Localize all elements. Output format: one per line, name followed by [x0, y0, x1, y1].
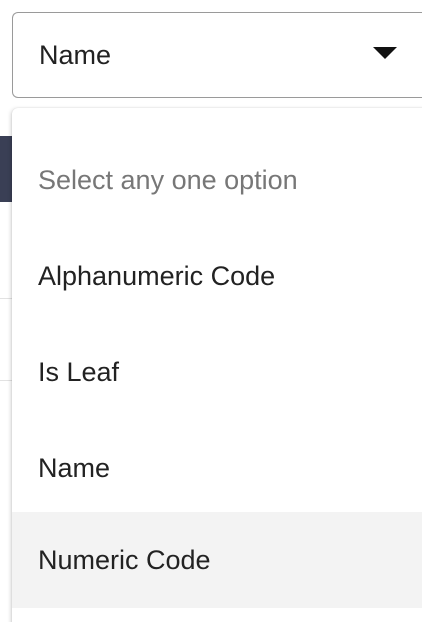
- option-name[interactable]: Name: [12, 420, 422, 516]
- option-alphanumeric-code[interactable]: Alphanumeric Code: [12, 228, 422, 324]
- background-divider: [0, 298, 12, 299]
- background-divider: [0, 380, 12, 381]
- page: Name Select any one option Alphanumeric …: [0, 0, 422, 622]
- option-is-leaf[interactable]: Is Leaf: [12, 324, 422, 420]
- chevron-down-icon[interactable]: [373, 47, 397, 59]
- dropdown-placeholder: Select any one option: [38, 164, 298, 195]
- field-select[interactable]: Name: [12, 12, 422, 98]
- dropdown-menu: Select any one option Alphanumeric Code …: [12, 108, 422, 622]
- option-numeric-code[interactable]: Numeric Code: [12, 512, 422, 608]
- background-panel-edge: [0, 136, 12, 202]
- select-value: Name: [39, 39, 112, 70]
